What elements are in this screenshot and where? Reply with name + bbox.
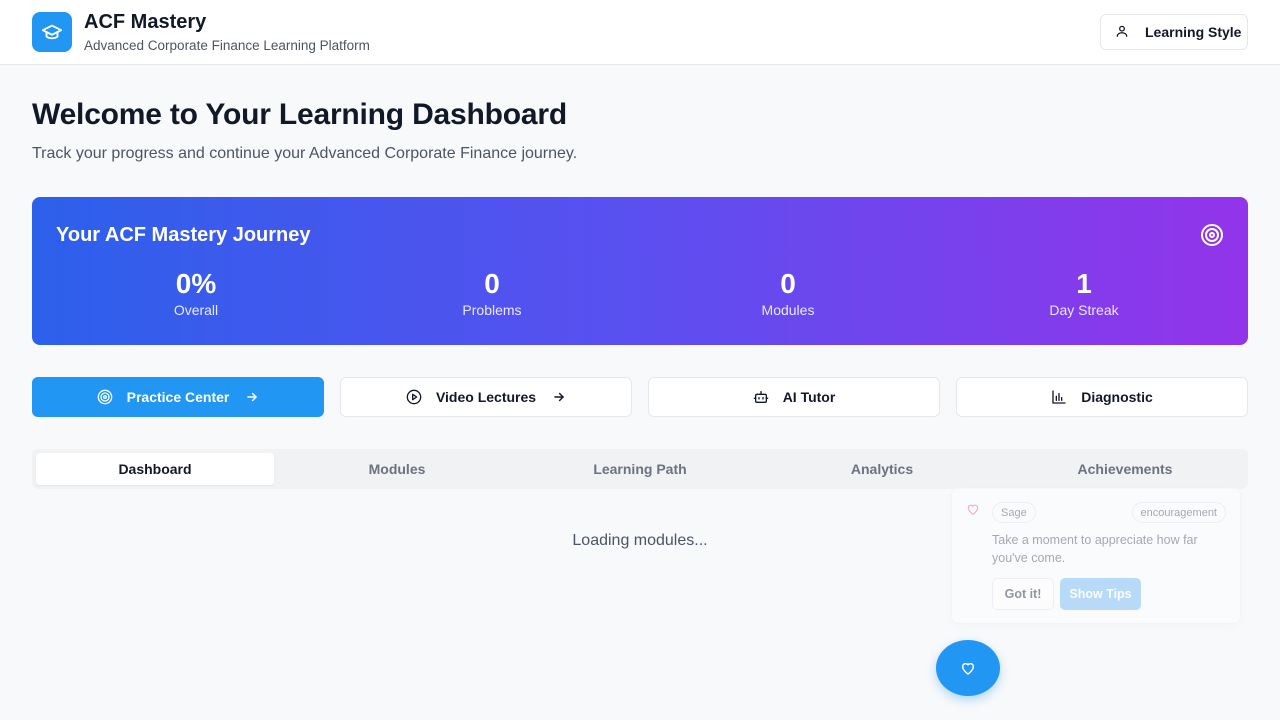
app-subtitle: Advanced Corporate Finance Learning Plat…	[84, 38, 370, 53]
companion-name-badge: Sage	[992, 502, 1036, 523]
diagnostic-button[interactable]: Diagnostic	[956, 377, 1248, 417]
target-icon	[97, 389, 113, 405]
heart-icon	[966, 502, 980, 521]
stat-label: Overall	[173, 302, 219, 318]
video-lectures-button[interactable]: Video Lectures	[340, 377, 632, 417]
companion-mood-badge: encouragement	[1131, 502, 1226, 523]
bar-chart-icon	[1051, 389, 1067, 405]
journey-card: Your ACF Mastery Journey 0% Overall 0 Pr…	[32, 197, 1248, 345]
stat-label: Problems	[462, 302, 522, 318]
stat-label: Day Streak	[1049, 302, 1119, 318]
heart-icon	[960, 660, 976, 676]
bot-icon	[753, 389, 769, 405]
graduation-cap-icon[interactable]	[32, 12, 72, 52]
app-title: ACF Mastery	[84, 11, 207, 33]
diagnostic-label: Diagnostic	[1081, 389, 1153, 405]
stat-value: 1	[1076, 268, 1092, 299]
stat-value: 0	[780, 268, 796, 299]
stat-value: 0	[484, 268, 500, 299]
learning-style-label: Learning Style	[1145, 24, 1242, 40]
learning-style-button[interactable]: Learning Style	[1100, 14, 1248, 50]
companion-message: Take a moment to appreciate how far you'…	[992, 533, 1198, 565]
tab-achievements[interactable]: Achievements	[1006, 453, 1244, 485]
companion-fab-button[interactable]	[936, 640, 1000, 696]
stat-problems: 0 Problems	[344, 267, 640, 319]
stat-overall: 0% Overall	[48, 267, 344, 319]
play-circle-icon	[406, 389, 422, 405]
tab-dashboard[interactable]: Dashboard	[36, 453, 274, 485]
got-it-button[interactable]: Got it!	[992, 578, 1054, 610]
ai-tutor-label: AI Tutor	[782, 389, 836, 405]
arrow-right-icon	[552, 390, 566, 404]
page-subtitle: Track your progress and continue your Ad…	[32, 145, 578, 162]
journey-title: Your ACF Mastery Journey	[56, 224, 311, 246]
main-tabs: Dashboard Modules Learning Path Analytic…	[32, 449, 1248, 489]
tab-analytics[interactable]: Analytics	[763, 453, 1001, 485]
arrow-right-icon	[245, 390, 259, 404]
ai-tutor-button[interactable]: AI Tutor	[648, 377, 940, 417]
stat-modules: 0 Modules	[640, 267, 936, 319]
top-header: ACF Mastery Advanced Corporate Finance L…	[0, 0, 1280, 65]
stat-value: 0%	[175, 268, 217, 299]
companion-toast: Sage encouragement Take a moment to appr…	[951, 487, 1241, 624]
show-tips-button[interactable]: Show Tips	[1060, 578, 1141, 610]
page-title: Welcome to Your Learning Dashboard	[32, 98, 567, 131]
stat-day-streak: 1 Day Streak	[936, 267, 1232, 319]
video-lectures-label: Video Lectures	[435, 389, 537, 405]
tab-learning-path[interactable]: Learning Path	[521, 453, 759, 485]
stat-label: Modules	[761, 302, 815, 318]
user-icon	[1115, 24, 1145, 41]
tab-modules[interactable]: Modules	[278, 453, 516, 485]
practice-center-button[interactable]: Practice Center	[32, 377, 324, 417]
practice-center-label: Practice Center	[126, 389, 230, 405]
target-icon	[1200, 223, 1224, 252]
